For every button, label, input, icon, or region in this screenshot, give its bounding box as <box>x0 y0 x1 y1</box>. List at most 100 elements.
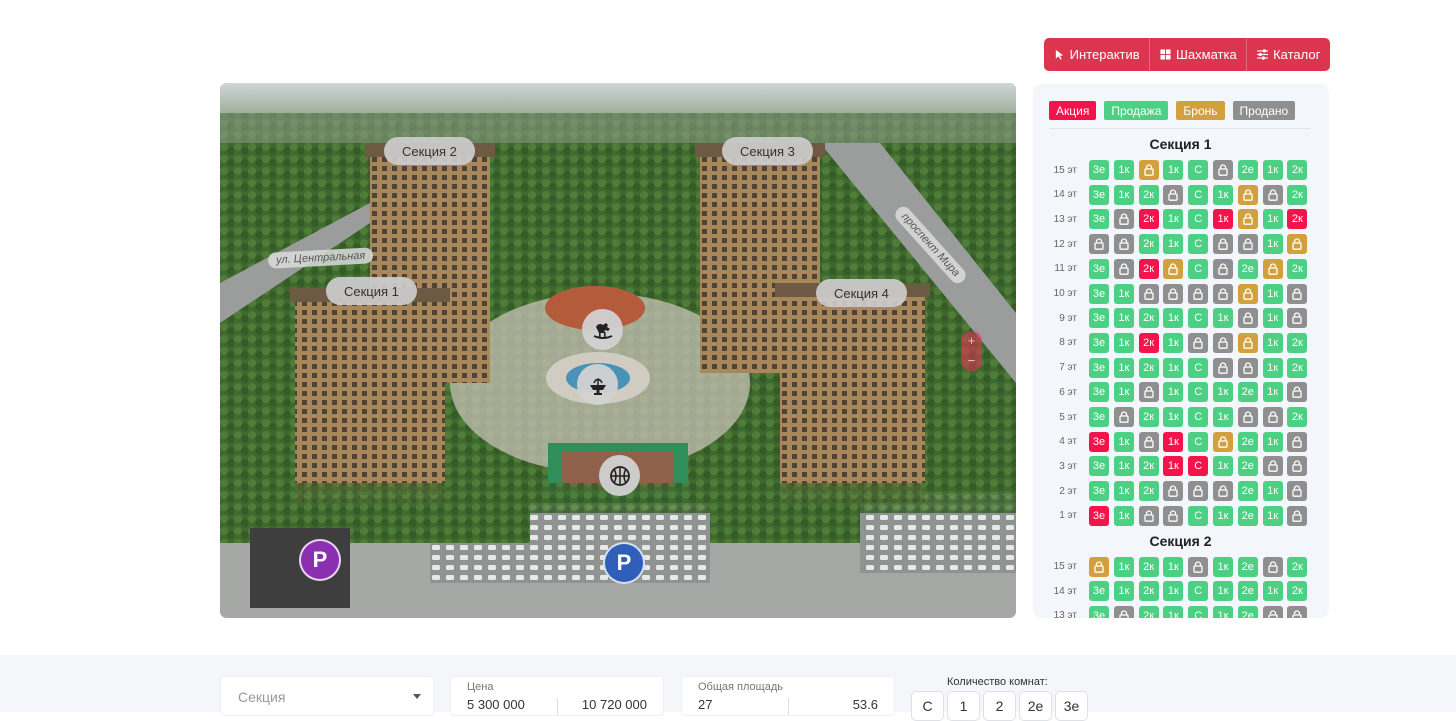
apartment-cell[interactable] <box>1287 382 1308 403</box>
apartment-cell[interactable] <box>1287 234 1308 255</box>
area-range[interactable]: Общая площадь 27 53.6 <box>681 676 895 716</box>
apartment-cell[interactable] <box>1287 456 1308 477</box>
apartment-cell[interactable]: 1к <box>1262 431 1283 452</box>
apartment-cell[interactable]: 1к <box>1262 505 1283 526</box>
apartment-cell[interactable]: 3е <box>1089 283 1109 304</box>
apartment-cell[interactable] <box>1138 382 1159 403</box>
apartment-cell[interactable]: С <box>1188 605 1209 618</box>
apartment-cell[interactable]: 3е <box>1089 456 1109 477</box>
apartment-cell[interactable]: С <box>1188 581 1209 602</box>
apartment-cell[interactable]: 3е <box>1089 184 1109 205</box>
apartment-cell[interactable]: 1к <box>1262 209 1283 230</box>
apartment-cell[interactable]: 2к <box>1287 209 1308 230</box>
apartment-cell[interactable] <box>1138 283 1159 304</box>
view-interactive-button[interactable]: Интерактив <box>1044 38 1151 71</box>
apartment-cell[interactable] <box>1287 481 1308 502</box>
apartment-cell[interactable]: 3е <box>1089 332 1109 353</box>
apartment-cell[interactable]: 3е <box>1089 209 1109 230</box>
apartment-cell[interactable]: 3е <box>1089 605 1109 618</box>
apartment-cell[interactable]: С <box>1188 160 1209 180</box>
apartment-cell[interactable]: 1к <box>1163 456 1184 477</box>
room-studio-button[interactable]: С <box>911 691 944 721</box>
apartment-cell[interactable] <box>1287 605 1308 618</box>
apartment-cell[interactable]: 2к <box>1138 234 1159 255</box>
apartment-cell[interactable] <box>1212 357 1233 378</box>
apartment-cell[interactable] <box>1262 258 1283 279</box>
apartment-cell[interactable] <box>1113 258 1134 279</box>
area-min-input[interactable]: 27 <box>698 697 712 712</box>
apartment-cell[interactable] <box>1262 407 1283 427</box>
legend-promo[interactable]: Акция <box>1049 101 1097 120</box>
apartment-cell[interactable]: 1к <box>1163 209 1184 230</box>
room-2e-button[interactable]: 2е <box>1019 691 1052 721</box>
view-catalog-button[interactable]: Каталог <box>1247 38 1330 71</box>
apartment-cell[interactable]: 2к <box>1138 357 1159 378</box>
apartment-cell[interactable]: 1к <box>1262 308 1283 329</box>
apartment-cell[interactable]: 2к <box>1138 209 1159 230</box>
apartment-cell[interactable] <box>1237 234 1258 255</box>
apartment-cell[interactable]: 3е <box>1089 258 1109 279</box>
apartment-cell[interactable] <box>1237 357 1258 378</box>
apartment-cell[interactable]: 1к <box>1113 581 1134 602</box>
apartment-cell[interactable]: С <box>1188 382 1209 403</box>
legend-sale[interactable]: Продажа <box>1104 101 1169 120</box>
apartment-cell[interactable]: 1к <box>1113 382 1134 403</box>
apartment-cell[interactable]: С <box>1188 209 1209 230</box>
apartment-cell[interactable]: 1к <box>1163 431 1184 452</box>
playground-poi[interactable] <box>582 309 623 350</box>
map-section-4-label[interactable]: Секция 4 <box>816 279 907 307</box>
apartment-cell[interactable]: 2е <box>1237 581 1258 602</box>
apartment-cell[interactable] <box>1113 605 1134 618</box>
apartment-cell[interactable] <box>1113 209 1134 230</box>
apartment-cell[interactable]: 1к <box>1212 456 1233 477</box>
apartment-cell[interactable]: 1к <box>1262 160 1283 180</box>
apartment-cell[interactable] <box>1212 481 1233 502</box>
legend-booked[interactable]: Бронь <box>1176 101 1225 120</box>
apartment-cell[interactable] <box>1237 209 1258 230</box>
apartment-cell[interactable]: 3е <box>1089 581 1109 602</box>
complex-map[interactable]: Секция 2 Секция 3 Секция 1 Секция 4 ул. … <box>220 83 1016 618</box>
apartment-cell[interactable]: 2е <box>1237 456 1258 477</box>
price-range[interactable]: Цена 5 300 000 10 720 000 <box>450 676 664 716</box>
apartment-cell[interactable] <box>1237 407 1258 427</box>
apartment-cell[interactable]: 2к <box>1138 605 1159 618</box>
apartment-cell[interactable]: 3е <box>1089 407 1109 427</box>
apartment-cell[interactable]: 1к <box>1262 382 1283 403</box>
zoom-out-button[interactable]: − <box>968 354 976 368</box>
apartment-cell[interactable]: 1к <box>1212 407 1233 427</box>
apartment-cell[interactable]: 1к <box>1163 382 1184 403</box>
apartment-cell[interactable]: 1к <box>1212 209 1233 230</box>
apartment-cell[interactable]: 1к <box>1163 332 1184 353</box>
apartment-cell[interactable] <box>1212 431 1233 452</box>
apartment-cell[interactable]: С <box>1188 184 1209 205</box>
apartment-cell[interactable] <box>1113 234 1134 255</box>
apartment-cell[interactable] <box>1163 184 1184 205</box>
apartment-cell[interactable] <box>1262 556 1283 577</box>
apartment-cell[interactable]: 2к <box>1138 581 1159 602</box>
apartment-cell[interactable]: 1к <box>1212 505 1233 526</box>
apartment-cell[interactable]: 2к <box>1138 258 1159 279</box>
apartment-cell[interactable]: 3е <box>1089 357 1109 378</box>
apartment-cell[interactable]: 2е <box>1237 556 1258 577</box>
apartment-cell[interactable]: 1к <box>1113 481 1134 502</box>
apartment-cell[interactable] <box>1163 258 1184 279</box>
apartment-cell[interactable]: С <box>1188 234 1209 255</box>
apartment-cell[interactable]: 3е <box>1089 160 1109 180</box>
apartment-cell[interactable]: 1к <box>1212 308 1233 329</box>
apartment-cell[interactable]: 2к <box>1138 481 1159 502</box>
apartment-cell[interactable]: 3е <box>1089 308 1109 329</box>
apartment-cell[interactable]: 3е <box>1089 505 1109 526</box>
apartment-cell[interactable] <box>1188 481 1209 502</box>
apartment-cell[interactable]: 1к <box>1113 160 1134 180</box>
apartment-cell[interactable]: 1к <box>1113 184 1134 205</box>
apartment-cell[interactable] <box>1212 234 1233 255</box>
apartment-cell[interactable]: 1к <box>1262 357 1283 378</box>
apartment-cell[interactable]: 2е <box>1237 160 1258 180</box>
apartment-cell[interactable] <box>1138 431 1159 452</box>
apartment-cell[interactable]: 2к <box>1287 357 1308 378</box>
apartment-cell[interactable]: 1к <box>1163 407 1184 427</box>
price-min-input[interactable]: 5 300 000 <box>467 697 525 712</box>
price-max-input[interactable]: 10 720 000 <box>582 697 647 712</box>
apartment-cell[interactable] <box>1287 505 1308 526</box>
underground-parking-marker[interactable]: P <box>299 539 341 581</box>
